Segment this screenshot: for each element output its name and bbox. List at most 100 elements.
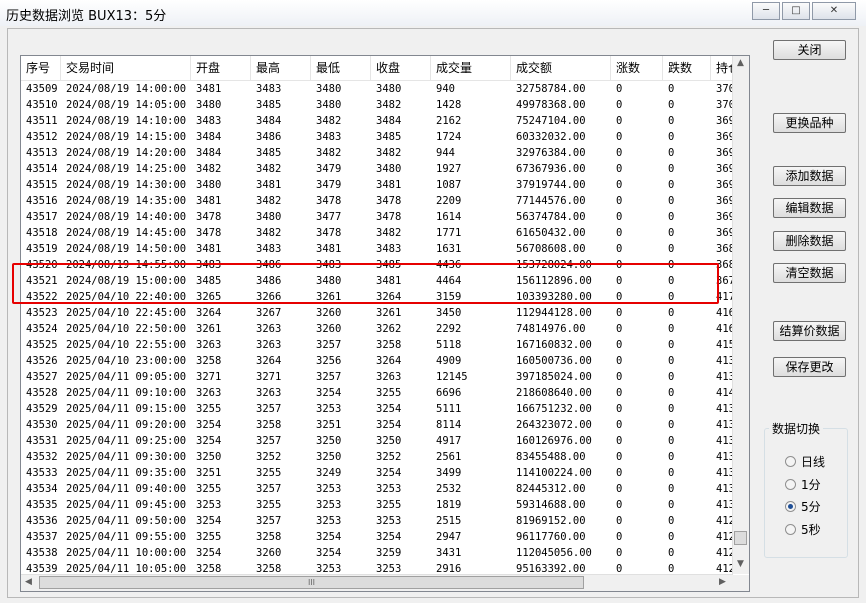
- table-row[interactable]: 43535 2025/04/11 09:45:00 3253 3255 3253 3255…: [21, 497, 735, 513]
- settle-price-data-button[interactable]: 结算价数据: [773, 321, 846, 341]
- header-col-up[interactable]: 涨数: [611, 56, 663, 80]
- header-col-time[interactable]: 交易时间: [61, 56, 191, 80]
- table-cell: 0: [668, 195, 675, 207]
- horizontal-scrollbar[interactable]: ◀ III ▶: [21, 574, 733, 591]
- table-cell: 0: [616, 339, 623, 351]
- table-cell: 3253: [376, 483, 402, 495]
- table-row[interactable]: 43519 2024/08/19 14:50:00 3481 3483 3481 3483…: [21, 241, 735, 257]
- table-row[interactable]: 43512 2024/08/19 14:15:00 3484 3486 3483 3485…: [21, 129, 735, 145]
- maximize-button[interactable]: □: [782, 2, 810, 20]
- table-row[interactable]: 43536 2025/04/11 09:50:00 3254 3257 3253 3253…: [21, 513, 735, 529]
- table-row[interactable]: 43534 2025/04/11 09:40:00 3255 3257 3253 3253…: [21, 481, 735, 497]
- history-data-table[interactable]: 序号 交易时间 开盘 最高 最低 收盘 成交量 成交额 涨数 跌数 持仓 43509 2024/08/…: [20, 55, 750, 592]
- table-cell: 0: [668, 323, 675, 335]
- radio-1min[interactable]: 1分: [785, 476, 821, 493]
- table-row[interactable]: 43525 2025/04/10 22:55:00 3263 3263 3257 3258…: [21, 337, 735, 353]
- table-row[interactable]: 43524 2025/04/10 22:50:00 3261 3263 3260 3262…: [21, 321, 735, 337]
- scroll-left-arrow-icon[interactable]: ◀: [25, 577, 32, 587]
- table-row[interactable]: 43533 2025/04/11 09:35:00 3251 3255 3249 3254…: [21, 465, 735, 481]
- table-cell: 0: [616, 227, 623, 239]
- table-cell: 60332032.00: [516, 131, 586, 143]
- table-cell: 2024/08/19 14:00:00: [66, 83, 187, 95]
- scroll-up-arrow-icon[interactable]: ▲: [737, 58, 744, 68]
- table-cell: 4917: [436, 435, 462, 447]
- table-row[interactable]: 43530 2025/04/11 09:20:00 3254 3258 3251 3254…: [21, 417, 735, 433]
- save-changes-button[interactable]: 保存更改: [773, 357, 846, 377]
- table-cell: 0: [668, 115, 675, 127]
- table-cell: 3259: [376, 547, 402, 559]
- table-cell: 3254: [196, 515, 222, 527]
- table-row[interactable]: 43523 2025/04/10 22:45:00 3264 3267 3260 3261…: [21, 305, 735, 321]
- table-cell: 1428: [436, 99, 462, 111]
- table-cell: 0: [616, 179, 623, 191]
- table-cell: 3481: [376, 179, 402, 191]
- add-data-button[interactable]: 添加数据: [773, 166, 846, 186]
- table-row[interactable]: 43514 2024/08/19 14:25:00 3482 3482 3479 3480…: [21, 161, 735, 177]
- table-cell: 3264: [196, 307, 222, 319]
- table-cell: 3251: [316, 419, 342, 431]
- radio-5sec[interactable]: 5秒: [785, 521, 821, 538]
- table-row[interactable]: 43531 2025/04/11 09:25:00 3254 3257 3250 3250…: [21, 433, 735, 449]
- table-row[interactable]: 43528 2025/04/11 09:10:00 3263 3263 3254 3255…: [21, 385, 735, 401]
- vertical-scrollbar[interactable]: ▲ ▼: [732, 56, 749, 574]
- table-cell: 3250: [316, 451, 342, 463]
- table-cell: 3257: [256, 403, 282, 415]
- table-cell: 3480: [256, 211, 282, 223]
- table-cell: 2024/08/19 14:45:00: [66, 227, 187, 239]
- close-window-button[interactable]: ✕: [812, 2, 856, 20]
- table-cell: 3260: [316, 323, 342, 335]
- table-cell: 43509: [26, 83, 58, 95]
- delete-data-button[interactable]: 删除数据: [773, 231, 846, 251]
- table-cell: 2025/04/10 23:00:00: [66, 355, 187, 367]
- radio-daily[interactable]: 日线: [785, 453, 825, 470]
- header-col-amount[interactable]: 成交额: [511, 56, 611, 80]
- table-cell: 3482: [256, 227, 282, 239]
- table-row[interactable]: 43527 2025/04/11 09:05:00 3271 3271 3257 3263…: [21, 369, 735, 385]
- title-bar: 历史数据浏览 BUX13：5分 ─ □ ✕: [0, 0, 866, 26]
- table-cell: 160126976.00: [516, 435, 592, 447]
- close-button[interactable]: 关闭: [773, 40, 846, 60]
- table-row[interactable]: 43526 2025/04/10 23:00:00 3258 3264 3256 3264…: [21, 353, 735, 369]
- data-switch-title: 数据切换: [769, 420, 824, 437]
- table-row[interactable]: 43517 2024/08/19 14:40:00 3478 3480 3477 3478…: [21, 209, 735, 225]
- table-row[interactable]: 43509 2024/08/19 14:00:00 3481 3483 3480 3480…: [21, 81, 735, 97]
- table-cell: 3481: [196, 243, 222, 255]
- table-row[interactable]: 43515 2024/08/19 14:30:00 3480 3481 3479 3481…: [21, 177, 735, 193]
- table-cell: 1087: [436, 179, 462, 191]
- edit-data-button[interactable]: 编辑数据: [773, 198, 846, 218]
- table-row[interactable]: 43537 2025/04/11 09:55:00 3255 3258 3254 3254…: [21, 529, 735, 545]
- table-cell: 3250: [196, 451, 222, 463]
- table-row[interactable]: 43532 2025/04/11 09:30:00 3250 3252 3250 3252…: [21, 449, 735, 465]
- clear-data-button[interactable]: 清空数据: [773, 263, 846, 283]
- table-cell: 0: [616, 499, 623, 511]
- header-col-high[interactable]: 最高: [251, 56, 311, 80]
- scroll-right-arrow-icon[interactable]: ▶: [719, 577, 726, 587]
- table-cell: 166751232.00: [516, 403, 592, 415]
- table-row[interactable]: 43518 2024/08/19 14:45:00 3478 3482 3478 3482…: [21, 225, 735, 241]
- header-col-close[interactable]: 收盘: [371, 56, 431, 80]
- horizontal-scroll-thumb[interactable]: III: [39, 576, 584, 589]
- table-row[interactable]: 43529 2025/04/11 09:15:00 3255 3257 3253 3254…: [21, 401, 735, 417]
- table-row[interactable]: 43516 2024/08/19 14:35:00 3481 3482 3478 3478…: [21, 193, 735, 209]
- scroll-down-arrow-icon[interactable]: ▼: [737, 559, 744, 569]
- header-col-open[interactable]: 开盘: [191, 56, 251, 80]
- table-cell: 0: [616, 131, 623, 143]
- table-row[interactable]: 43538 2025/04/11 10:00:00 3254 3260 3254 3259…: [21, 545, 735, 561]
- header-col-down[interactable]: 跌数: [663, 56, 711, 80]
- table-cell: 167160832.00: [516, 339, 592, 351]
- table-row[interactable]: 43511 2024/08/19 14:10:00 3483 3484 3482 3484…: [21, 113, 735, 129]
- header-col-index[interactable]: 序号: [21, 56, 61, 80]
- header-col-low[interactable]: 最低: [311, 56, 371, 80]
- table-cell: 3484: [196, 131, 222, 143]
- table-cell: 3255: [376, 387, 402, 399]
- vertical-scroll-thumb[interactable]: [734, 531, 747, 545]
- table-cell: 3253: [316, 515, 342, 527]
- table-row[interactable]: 43510 2024/08/19 14:05:00 3480 3485 3480 3482…: [21, 97, 735, 113]
- change-symbol-button[interactable]: 更换品种: [773, 113, 846, 133]
- minimize-button[interactable]: ─: [752, 2, 780, 20]
- radio-5min[interactable]: 5分: [785, 498, 821, 515]
- header-col-volume[interactable]: 成交量: [431, 56, 511, 80]
- table-row[interactable]: 43513 2024/08/19 14:20:00 3484 3485 3482 3482…: [21, 145, 735, 161]
- table-cell: 0: [616, 355, 623, 367]
- table-cell: 3252: [256, 451, 282, 463]
